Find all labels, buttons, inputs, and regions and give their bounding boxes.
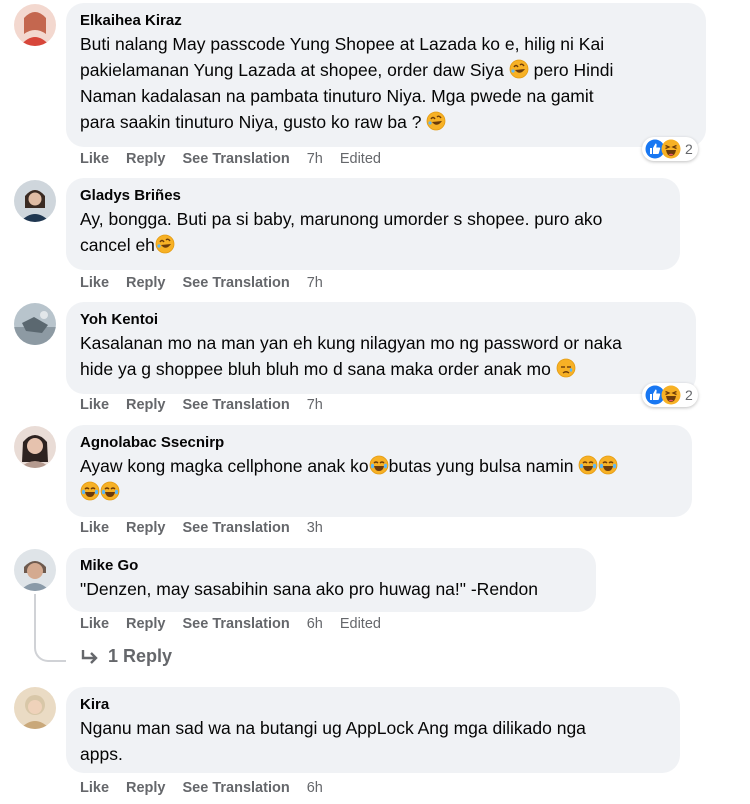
rolling-laugh-emoji-icon xyxy=(509,59,529,79)
avatar[interactable] xyxy=(14,549,56,591)
edited-label[interactable]: Edited xyxy=(340,151,381,171)
comment-bubble: Mike Go "Denzen, may sasabihin sana ako … xyxy=(66,548,596,612)
tears-of-joy-emoji-icon xyxy=(598,455,618,475)
comment-actions: Like Reply See Translation 6h xyxy=(80,780,340,800)
timestamp[interactable]: 7h xyxy=(307,397,323,417)
comment-author[interactable]: Elkaihea Kiraz xyxy=(80,11,692,31)
timestamp[interactable]: 6h xyxy=(307,780,323,800)
comment-actions: Like Reply See Translation 3h xyxy=(80,520,340,540)
tears-of-joy-emoji-icon xyxy=(578,455,598,475)
avatar[interactable] xyxy=(14,426,56,468)
timestamp[interactable]: 6h xyxy=(307,616,323,636)
reply-button[interactable]: Reply xyxy=(126,780,166,800)
comment-bubble: Elkaihea Kiraz Buti nalang May passcode … xyxy=(66,3,706,147)
comment-text: Nganu man sad wa na butangi ug AppLock A… xyxy=(80,718,586,764)
reply-arrow-icon xyxy=(81,649,98,664)
avatar[interactable] xyxy=(14,687,56,729)
timestamp[interactable]: 3h xyxy=(307,520,323,540)
comment-actions: Like Reply See Translation 7h Edited xyxy=(80,151,398,171)
timestamp[interactable]: 7h xyxy=(307,151,323,171)
comment-bubble: Gladys Briñes Ay, bongga. Buti pa si bab… xyxy=(66,178,680,270)
see-translation-button[interactable]: See Translation xyxy=(183,151,290,171)
comment-author[interactable]: Agnolabac Ssecnirp xyxy=(80,433,678,453)
comment-text: "Denzen, may sasabihin sana ako pro huwa… xyxy=(80,579,538,599)
comment-author[interactable]: Yoh Kentoi xyxy=(80,310,682,330)
like-button[interactable]: Like xyxy=(80,397,109,417)
see-translation-button[interactable]: See Translation xyxy=(183,275,290,295)
reply-button[interactable]: Reply xyxy=(126,520,166,540)
comment-actions: Like Reply See Translation 7h xyxy=(80,275,340,295)
comment-bubble: Agnolabac Ssecnirp Ayaw kong magka cellp… xyxy=(66,425,692,517)
comment-text: Kasalanan mo na man yan eh kung nilagyan… xyxy=(80,333,622,379)
replies-count-label[interactable]: 1 Reply xyxy=(108,646,172,667)
reaction-count: 2 xyxy=(685,141,693,157)
reaction-summary[interactable]: 2 xyxy=(642,137,698,161)
thread-line xyxy=(34,594,66,662)
reaction-summary[interactable]: 2 xyxy=(642,383,698,407)
reply-button[interactable]: Reply xyxy=(126,275,166,295)
reaction-count: 2 xyxy=(685,387,693,403)
like-button[interactable]: Like xyxy=(80,780,109,800)
reply-button[interactable]: Reply xyxy=(126,397,166,417)
comment-text: Ayaw kong magka cellphone anak ko butas y… xyxy=(80,453,678,505)
tears-of-joy-emoji-icon xyxy=(369,455,389,475)
see-translation-button[interactable]: See Translation xyxy=(183,397,290,417)
avatar[interactable] xyxy=(14,180,56,222)
like-button[interactable]: Like xyxy=(80,520,109,540)
rolling-laugh-emoji-icon xyxy=(155,234,175,254)
timestamp[interactable]: 7h xyxy=(307,275,323,295)
comment-text: Ay, bongga. Buti pa si baby, marunong um… xyxy=(80,209,603,255)
avatar[interactable] xyxy=(14,4,56,46)
edited-label[interactable]: Edited xyxy=(340,616,381,636)
avatar[interactable] xyxy=(14,303,56,345)
like-button[interactable]: Like xyxy=(80,616,109,636)
haha-reaction-icon xyxy=(661,385,681,405)
comment-bubble: Yoh Kentoi Kasalanan mo na man yan eh ku… xyxy=(66,302,696,394)
rolling-laugh-emoji-icon xyxy=(426,111,446,131)
comment-actions: Like Reply See Translation 7h xyxy=(80,397,340,417)
view-replies-link[interactable]: 1 Reply xyxy=(80,646,172,667)
like-button[interactable]: Like xyxy=(80,151,109,171)
comment-author[interactable]: Mike Go xyxy=(80,556,582,576)
reply-button[interactable]: Reply xyxy=(126,151,166,171)
comment-bubble: Kira Nganu man sad wa na butangi ug AppL… xyxy=(66,687,680,773)
see-translation-button[interactable]: See Translation xyxy=(183,780,290,800)
see-translation-button[interactable]: See Translation xyxy=(183,616,290,636)
tears-of-joy-emoji-icon xyxy=(100,481,120,501)
comment-actions: Like Reply See Translation 6h Edited xyxy=(80,616,398,636)
comment-author[interactable]: Gladys Briñes xyxy=(80,186,666,206)
sad-emoji-icon xyxy=(556,358,576,378)
comment-text: Buti nalang May passcode Yung Shopee at … xyxy=(80,34,614,132)
reply-button[interactable]: Reply xyxy=(126,616,166,636)
comment-author[interactable]: Kira xyxy=(80,695,666,715)
like-button[interactable]: Like xyxy=(80,275,109,295)
see-translation-button[interactable]: See Translation xyxy=(183,520,290,540)
tears-of-joy-emoji-icon xyxy=(80,481,100,501)
haha-reaction-icon xyxy=(661,139,681,159)
